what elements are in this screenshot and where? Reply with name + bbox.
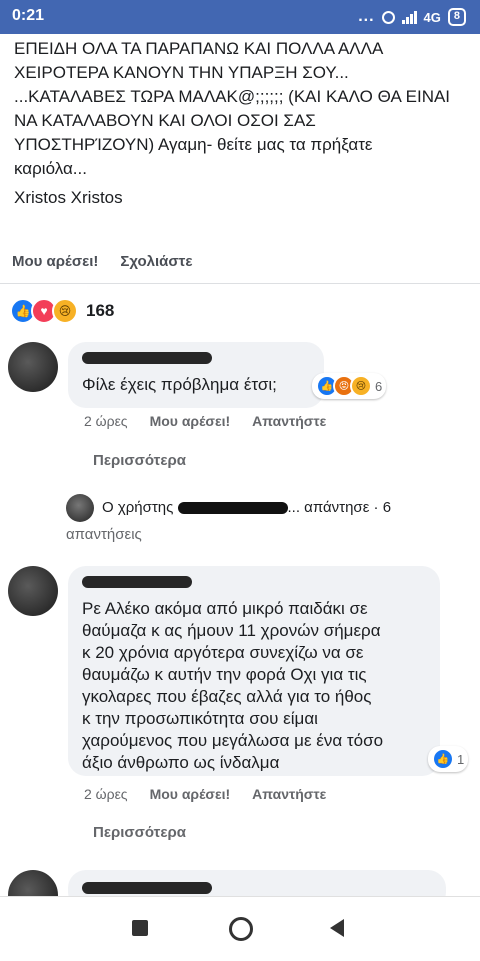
- comment-line: θαυμάζω κ αυτήν την φορά Οχι για τις: [82, 665, 367, 684]
- comment-meta: 2 ώρες Μου αρέσει! Απαντήστε: [84, 413, 326, 429]
- avatar[interactable]: [8, 566, 58, 616]
- post-line: ΕΠΕΙΔΗ ΟΛΑ ΤΑ ΠΑΡΑΠΑΝΩ ΚΑΙ ΠΟΛΛΑ ΑΛΛΑ: [14, 39, 384, 58]
- post-line: ...ΚΑΤΑΛΑΒΕΣ ΤΩΡΑ ΜΑΛΑΚ@;;;;;; (ΚΑΙ ΚΑΛΟ…: [14, 87, 451, 106]
- back-icon[interactable]: [330, 919, 344, 937]
- post-line: καριόλα...: [14, 159, 87, 178]
- like-reaction-icon: 👍: [432, 748, 454, 770]
- sad-reaction-icon: 😢: [350, 375, 372, 397]
- comment-meta: 2 ώρες Μου αρέσει! Απαντήστε: [84, 786, 326, 802]
- battery-icon: 8: [447, 8, 466, 26]
- post-line: ΝΑ ΚΑΤΑΛΑΒΟΥΝ ΚΑΙ ΟΛΟΙ ΟΣΟΙ ΣΑΣ: [14, 111, 316, 130]
- recent-apps-icon[interactable]: [132, 920, 148, 936]
- comment-line: άξιο άνθρωπο ως ίνδαλμα: [82, 753, 280, 772]
- reply-summary[interactable]: Ο χρήστης ... απάντησε · 6 απαντήσεις: [66, 494, 466, 548]
- status-icons: ... 4G 8: [358, 7, 466, 27]
- more-button[interactable]: Περισσότερα: [93, 452, 186, 469]
- signal-icon: [401, 10, 417, 24]
- comment-time: 2 ώρες: [84, 786, 128, 802]
- alarm-icon: [381, 10, 395, 24]
- post-actions: Μου αρέσει! Σχολιάστε: [12, 253, 192, 270]
- network-type: 4G: [423, 9, 441, 25]
- redacted-name: [82, 882, 212, 894]
- avatar: [66, 494, 94, 522]
- comment-line: γκολαρες που έβαζες αλλά για το ήθος: [82, 687, 372, 706]
- post-text: ΕΠΕΙΔΗ ΟΛΑ ΤΑ ΠΑΡΑΠΑΝΩ ΚΑΙ ΠΟΛΛΑ ΑΛΛΑ ΧΕ…: [14, 37, 466, 181]
- comment-bubble: Ρε Αλέκο ακόμα από μικρό παιδάκι σε θαύμ…: [68, 566, 440, 776]
- redacted-name: [82, 576, 192, 588]
- comment-time: 2 ώρες: [84, 413, 128, 429]
- comment-reply-button[interactable]: Απαντήστε: [252, 786, 326, 802]
- status-time: 0:21: [12, 7, 45, 24]
- status-bar: 0:21 ... 4G 8: [0, 0, 480, 34]
- comment-text: Φίλε έχεις πρόβλημα έτσι;: [82, 375, 277, 394]
- comment-reactions[interactable]: 👍 1: [428, 746, 469, 772]
- divider: [0, 283, 480, 284]
- comment-line: θαύμαζα κ ας ήμουν 11 χρονών σήμερα: [82, 621, 381, 640]
- comment-like-button[interactable]: Μου αρέσει!: [150, 786, 231, 802]
- comment-reaction-count: 1: [457, 751, 465, 767]
- comment-reactions[interactable]: 👍 😡 😢 6: [312, 373, 387, 399]
- comment-like-button[interactable]: Μου αρέσει!: [150, 413, 231, 429]
- comment-button[interactable]: Σχολιάστε: [120, 253, 192, 270]
- comment-reply-button[interactable]: Απαντήστε: [252, 413, 326, 429]
- reply-suffix: ... απάντησε · 6: [287, 498, 392, 516]
- reaction-count: 168: [86, 301, 115, 320]
- comment-bubble: Φίλε έχεις πρόβλημα έτσι;: [68, 342, 324, 408]
- reply-prefix: Ο χρήστης: [102, 498, 174, 516]
- home-icon[interactable]: [229, 917, 253, 941]
- comment-reaction-count: 6: [375, 378, 383, 394]
- reply-count-label: απαντήσεις: [66, 526, 142, 543]
- avatar[interactable]: [8, 342, 58, 392]
- comment-line: κ την προσωπικότητα σου είμαι: [82, 709, 318, 728]
- comment-line: κ 20 χρόνια αργότερα συνεχίζω να σε: [82, 643, 364, 662]
- comment-line: χαρούμενος που μεγάλωσα με ένα τόσο: [82, 731, 384, 750]
- comment-text: Ρε Αλέκο ακόμα από μικρό παιδάκι σε θαύμ…: [82, 598, 383, 774]
- redacted-name: [82, 352, 212, 364]
- reaction-summary[interactable]: 👍 ♥ 😢 168: [10, 298, 114, 324]
- post-line: ΧΕΙΡΟΤΕΡΑ ΚΑΝΟΥΝ ΤΗΝ ΥΠΑΡΞΗ ΣΟΥ...: [14, 63, 349, 82]
- redacted-name: [177, 502, 288, 514]
- more-button[interactable]: Περισσότερα: [93, 824, 186, 841]
- notification-dots: ...: [358, 8, 375, 25]
- post-line: ΥΠΟΣΤΗΡΊΖΟΥΝ) Αγαμη- θείτε μας τα πρήξατ…: [14, 135, 373, 154]
- like-button[interactable]: Μου αρέσει!: [12, 253, 98, 270]
- post-signature: Xristos Xristos: [14, 188, 123, 207]
- navigation-bar: [0, 896, 480, 961]
- comment-line: Ρε Αλέκο ακόμα από μικρό παιδάκι σε: [82, 599, 368, 618]
- sad-reaction-icon: 😢: [52, 298, 78, 324]
